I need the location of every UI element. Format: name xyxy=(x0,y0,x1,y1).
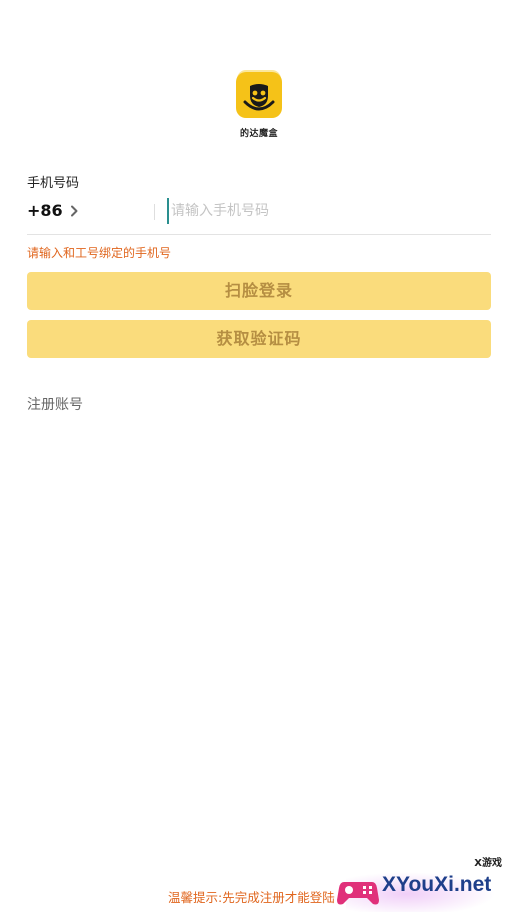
register-link[interactable]: 注册账号 xyxy=(27,394,83,414)
app-logo-icon xyxy=(236,72,282,118)
app-logo-block: 的达魔盒 xyxy=(0,72,518,139)
phone-label: 手机号码 xyxy=(27,176,80,191)
watermark-text: XYouXi.net xyxy=(382,873,492,896)
phone-number-input[interactable] xyxy=(167,198,487,224)
gamepad-icon xyxy=(337,882,379,905)
chevron-right-icon xyxy=(70,205,78,216)
phone-hint: 请输入和工号绑定的手机号 xyxy=(27,246,172,260)
watermark-tag: X游戏 xyxy=(474,858,502,869)
face-login-button[interactable]: 扫脸登录 xyxy=(27,272,491,310)
phone-input-row: +86 xyxy=(27,196,491,235)
footer-notice: 温馨提示:先完成注册才能登陆 xyxy=(168,890,335,905)
watermark: X游戏 XYouXi.net xyxy=(336,854,512,914)
input-divider xyxy=(154,204,155,220)
app-name: 的达魔盒 xyxy=(239,129,278,139)
country-code-selector[interactable]: +86 xyxy=(27,201,79,220)
country-code: +86 xyxy=(27,201,63,220)
get-code-button[interactable]: 获取验证码 xyxy=(27,320,491,358)
